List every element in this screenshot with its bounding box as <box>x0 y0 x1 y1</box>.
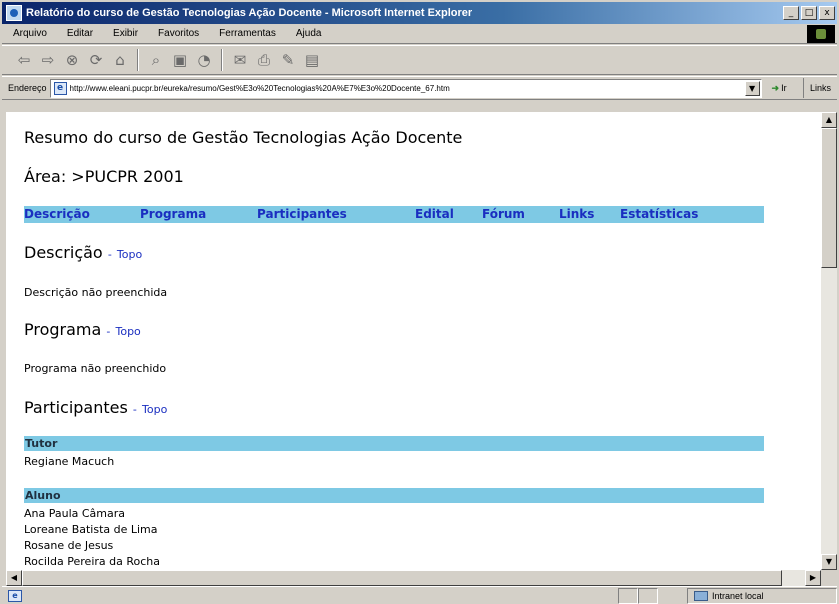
participantes-heading: Participantes - Topo <box>24 398 167 417</box>
search-icon[interactable]: ⌕ <box>146 50 166 70</box>
intranet-zone-icon <box>694 590 708 601</box>
aluno-name: Rosane de Jesus <box>24 539 114 552</box>
nav-participantes[interactable]: Participantes <box>257 207 347 221</box>
status-panel <box>638 587 658 604</box>
stop-icon[interactable]: ⊗ <box>62 50 82 70</box>
menu-favoritos[interactable]: Favoritos <box>147 28 208 39</box>
address-dropdown-icon[interactable]: ▼ <box>744 80 760 96</box>
vertical-scrollbar[interactable]: ▲ ▼ <box>821 112 837 570</box>
refresh-icon[interactable]: ⟳ <box>86 50 106 70</box>
horizontal-scrollbar[interactable]: ◀ ▶ <box>6 570 821 586</box>
course-title: Resumo do curso de Gestão Tecnologias Aç… <box>24 128 463 147</box>
page-viewport: Resumo do curso de Gestão Tecnologias Aç… <box>6 112 821 570</box>
nav-programa[interactable]: Programa <box>140 207 206 221</box>
toolbar-separator <box>221 49 223 71</box>
caption-buttons: _ □ x <box>783 6 835 20</box>
nav-forum[interactable]: Fórum <box>482 207 525 221</box>
nav-descricao[interactable]: Descrição <box>24 207 90 221</box>
section-nav: Descrição Programa Participantes Edital … <box>24 206 764 223</box>
nav-links[interactable]: Links <box>559 207 594 221</box>
windows-logo-icon <box>807 24 835 43</box>
programa-heading: Programa - Topo <box>24 320 141 339</box>
menu-bar: Arquivo Editar Exibir Favoritos Ferramen… <box>2 24 837 44</box>
menu-exibir[interactable]: Exibir <box>102 28 147 39</box>
standard-toolbar: ⇦ ⇨ ⊗ ⟳ ⌂ ⌕ ▣ ◔ ✉ ⎙ ✎ ▤ <box>2 45 837 75</box>
tutor-name: Regiane Macuch <box>24 455 115 468</box>
menu-arquivo[interactable]: Arquivo <box>2 28 56 39</box>
scroll-left-icon[interactable]: ◀ <box>6 570 22 586</box>
address-bar: Endereço e http://www.eleani.pucpr.br/eu… <box>2 76 837 100</box>
zone-label: Intranet local <box>712 590 764 601</box>
security-zone: Intranet local <box>687 587 837 604</box>
scrollbar-corner <box>821 570 837 586</box>
favorites-icon[interactable]: ▣ <box>170 50 190 70</box>
vertical-scroll-thumb[interactable] <box>821 128 837 268</box>
area-line: Área: >PUCPR 2001 <box>24 167 184 186</box>
close-button[interactable]: x <box>819 6 835 20</box>
participantes-topo-link[interactable]: Topo <box>142 403 167 416</box>
descricao-topo-link[interactable]: Topo <box>117 248 142 261</box>
descricao-title: Descrição <box>24 243 103 262</box>
go-arrow-icon: ➜ <box>771 82 780 93</box>
print-icon[interactable]: ⎙ <box>254 50 274 70</box>
history-icon[interactable]: ◔ <box>194 50 214 70</box>
page-icon: e <box>53 81 67 95</box>
menu-editar[interactable]: Editar <box>56 28 102 39</box>
aluno-name: Ana Paula Câmara <box>24 507 126 520</box>
address-input[interactable]: e http://www.eleani.pucpr.br/eureka/resu… <box>49 78 762 98</box>
address-url[interactable]: http://www.eleani.pucpr.br/eureka/resumo… <box>70 84 740 93</box>
horizontal-scroll-thumb[interactable] <box>22 570 782 586</box>
aluno-header: Aluno <box>24 488 764 503</box>
programa-separator: - <box>106 325 111 338</box>
address-label: Endereço <box>8 83 47 93</box>
mail-icon[interactable]: ✉ <box>230 50 250 70</box>
aluno-name: Rocilda Pereira da Rocha <box>24 555 160 568</box>
links-button[interactable]: Links <box>802 78 837 98</box>
scroll-up-icon[interactable]: ▲ <box>821 112 837 128</box>
edit-icon[interactable]: ✎ <box>278 50 298 70</box>
descricao-text: Descrição não preenchida <box>24 286 168 299</box>
descricao-separator: - <box>107 248 112 261</box>
home-icon[interactable]: ⌂ <box>110 50 130 70</box>
title-bar: Relatório do curso de Gestão Tecnologias… <box>2 2 837 24</box>
menu-ferramentas[interactable]: Ferramentas <box>208 28 285 39</box>
toolbar-separator <box>137 49 139 71</box>
nav-edital[interactable]: Edital <box>415 207 454 221</box>
minimize-button[interactable]: _ <box>783 6 799 20</box>
go-button[interactable]: ➜ Ir <box>772 83 787 94</box>
window-title: Relatório do curso de Gestão Tecnologias… <box>26 7 473 19</box>
menu-ajuda[interactable]: Ajuda <box>285 28 331 39</box>
scroll-right-icon[interactable]: ▶ <box>805 570 821 586</box>
go-label: Ir <box>781 83 787 93</box>
back-icon[interactable]: ⇦ <box>14 50 34 70</box>
discuss-icon[interactable]: ▤ <box>302 50 322 70</box>
descricao-heading: Descrição - Topo <box>24 243 142 262</box>
aluno-name: Loreane Batista de Lima <box>24 523 158 536</box>
programa-topo-link[interactable]: Topo <box>115 325 140 338</box>
browser-window: Relatório do curso de Gestão Tecnologias… <box>0 0 839 604</box>
maximize-button[interactable]: □ <box>801 6 817 20</box>
nav-estatisticas[interactable]: Estatísticas <box>620 207 698 221</box>
scroll-down-icon[interactable]: ▼ <box>821 554 837 570</box>
status-bar: e Intranet local <box>2 586 837 604</box>
programa-text: Programa não preenchido <box>24 362 167 375</box>
forward-icon[interactable]: ⇨ <box>38 50 58 70</box>
programa-title: Programa <box>24 320 102 339</box>
page-status-icon: e <box>8 589 22 602</box>
ie-app-icon[interactable] <box>6 5 22 21</box>
participantes-separator: - <box>132 403 137 416</box>
status-panel <box>618 587 638 604</box>
participantes-title: Participantes <box>24 398 128 417</box>
tutor-header: Tutor <box>24 436 764 451</box>
